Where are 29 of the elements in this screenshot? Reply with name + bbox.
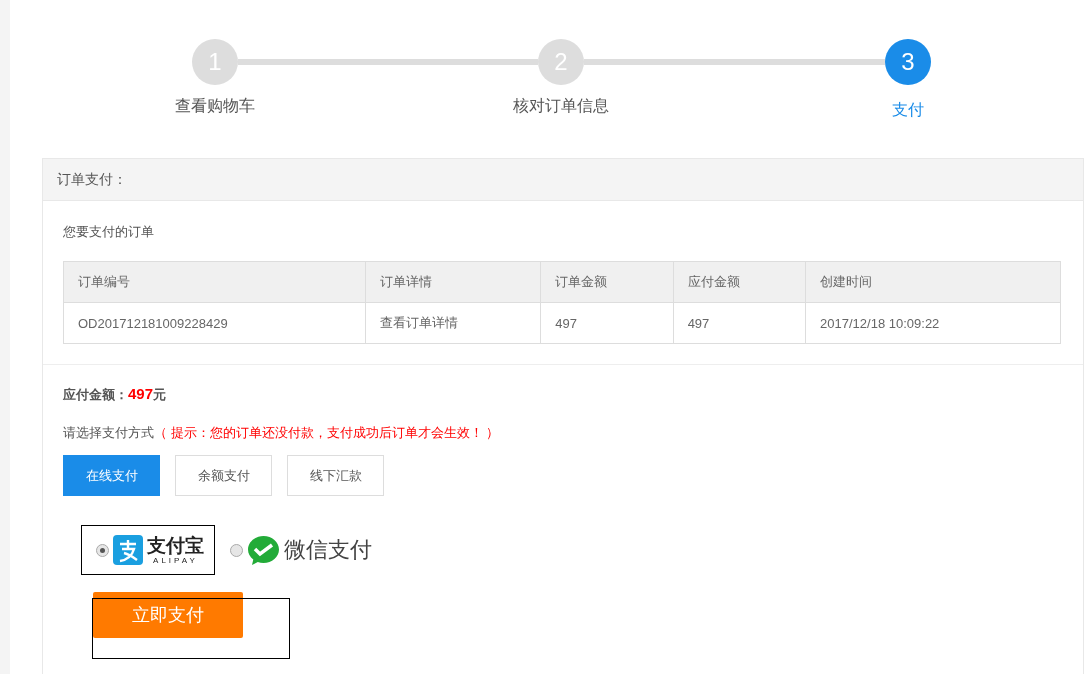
column-header: 创建时间: [805, 261, 1061, 303]
alipay-name: 支付宝: [147, 535, 204, 555]
table-cell: 497: [673, 302, 806, 344]
step-label: 查看购物车: [174, 96, 256, 116]
payment-method-tab[interactable]: 在线支付: [63, 455, 160, 496]
table-cell: 2017/12/18 10:09:22: [805, 302, 1061, 344]
radio-button[interactable]: [230, 543, 243, 557]
method-label: 请选择支付方式: [63, 424, 154, 442]
step-number: 3: [885, 39, 931, 85]
column-header: 应付金额: [673, 261, 806, 303]
checkmark-bubble-icon: [247, 534, 280, 566]
wechat-pay-name: 微信支付: [284, 536, 372, 564]
table-cell: 查看订单详情: [365, 302, 541, 344]
table-cell: OD201712181009228429: [63, 302, 366, 344]
column-header: 订单详情: [365, 261, 541, 303]
column-header: 订单金额: [540, 261, 674, 303]
alipay-icon: [113, 535, 143, 565]
amount-due: 应付金额：497元: [63, 385, 168, 404]
alipay-subname: ALIPAY: [153, 556, 198, 565]
payment-method-tab[interactable]: 余额支付: [175, 455, 272, 496]
step-label: 核对订单信息: [512, 96, 610, 116]
payment-method-tab[interactable]: 线下汇款: [287, 455, 384, 496]
column-header: 订单编号: [63, 261, 366, 303]
radio-button[interactable]: [96, 543, 109, 557]
step-label: 支付: [891, 100, 925, 120]
panel-title: 订单支付：: [43, 159, 1083, 201]
section-title: 您要支付的订单: [63, 223, 155, 241]
table-cell: 497: [540, 302, 674, 344]
payment-hint: （ 提示：您的订单还没付款，支付成功后订单才会生效！ ）: [154, 424, 500, 442]
